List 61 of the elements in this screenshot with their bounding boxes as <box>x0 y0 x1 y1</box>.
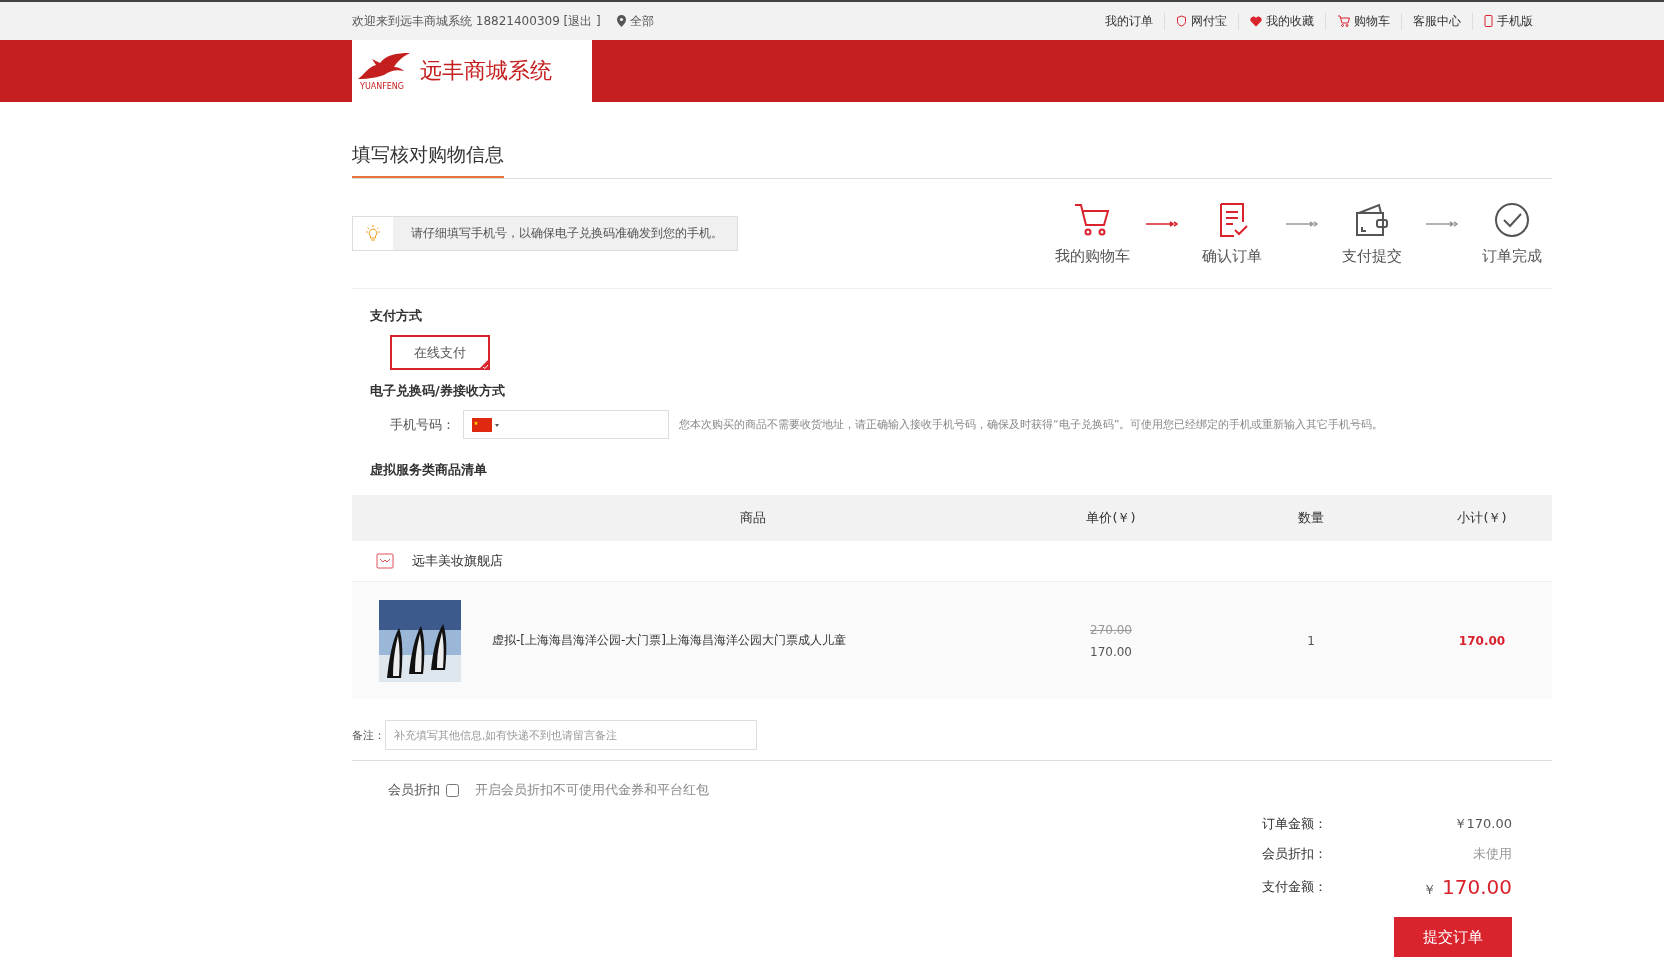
member-discount-value: 未使用 <box>1472 845 1512 863</box>
top-link[interactable]: 我的订单 <box>1094 12 1164 30</box>
welcome-text: 欢迎来到远丰商城系统 18821400309 [退出 ] <box>352 12 601 30</box>
phone-hint: 您本次购买的商品不需要收货地址，请正确输入接收手机号码，确保及时获得“电子兑换码”。可使用您已经绑定的手机或重新输入其它手机号码。 <box>679 417 1384 432</box>
pay-amount: 170.00 <box>1442 875 1512 899</box>
logo[interactable]: YUANFENG 远丰商城系统 <box>352 40 592 102</box>
pay-amount-label: 支付金额： <box>1262 878 1328 896</box>
quantity: 1 <box>1306 633 1316 648</box>
step-label: 确认订单 <box>1202 247 1262 266</box>
shield-icon <box>1176 15 1187 27</box>
notice-text: 请仔细填写手机号，以确保电子兑换码准确发到您的手机。 <box>410 225 723 242</box>
page-title: 填写核对购物信息 <box>352 142 504 178</box>
top-link[interactable]: 我的收藏 <box>1238 12 1325 30</box>
store-name[interactable]: 远丰美妆旗舰店 <box>412 552 503 570</box>
store-icon <box>376 553 394 569</box>
currency-sign: ￥ <box>1423 881 1436 899</box>
column-header: 商品 <box>739 509 767 527</box>
note-label: 备注： <box>352 727 385 743</box>
original-price: 270.00 <box>1090 622 1132 637</box>
member-discount-checkbox[interactable] <box>446 783 459 797</box>
section-title: 电子兑换码/券接收方式 <box>370 382 506 400</box>
section-title: 支付方式 <box>370 307 423 325</box>
top-link[interactable]: 网付宝 <box>1164 12 1238 30</box>
step-label: 订单完成 <box>1482 247 1542 266</box>
product-name[interactable]: 虚拟-[上海海昌海洋公园-大门票]上海海昌海洋公园大门票成人儿童 <box>492 632 1012 649</box>
member-discount-hint: 开启会员折扣不可使用代金券和平台红包 <box>475 781 709 799</box>
flag-dropdown-icon[interactable] <box>472 417 500 432</box>
subtotal: 170.00 <box>1457 633 1507 648</box>
light-bulb-icon <box>364 224 382 243</box>
check-corner-icon <box>478 358 490 370</box>
progress-arrow-icon <box>1146 221 1178 227</box>
unit-price: 170.00 <box>1090 644 1132 659</box>
note-field[interactable]: 补充填写其他信息,如有快递不到也请留言备注 <box>385 720 757 750</box>
top-link[interactable]: 购物车 <box>1325 12 1401 30</box>
submit-order-button[interactable]: 提交订单 <box>1394 917 1512 957</box>
order-amount: ￥170.00 <box>1452 815 1512 833</box>
top-link[interactable]: 客服中心 <box>1401 12 1472 30</box>
section-title: 虚拟服务类商品清单 <box>370 461 488 479</box>
member-discount-label: 会员折扣 <box>388 781 440 799</box>
cart-icon <box>1337 15 1350 27</box>
wallet-icon <box>1353 201 1391 239</box>
logo-subtext: YUANFENG <box>360 82 405 91</box>
order-amount-label: 订单金额： <box>1262 815 1328 833</box>
location-link[interactable]: 全部 <box>629 12 654 30</box>
logo-text: 远丰商城系统 <box>420 57 552 85</box>
step-label: 我的购物车 <box>1054 247 1130 266</box>
top-link[interactable]: 手机版 <box>1472 12 1544 30</box>
phone-field[interactable] <box>463 410 669 439</box>
progress-arrow-icon <box>1426 221 1458 227</box>
progress-arrow-icon <box>1286 221 1318 227</box>
payment-option[interactable]: 在线支付 <box>390 335 490 370</box>
check-circle-icon <box>1493 201 1531 239</box>
location-pin-icon <box>616 15 626 27</box>
heart-icon <box>1250 15 1262 27</box>
column-header: 小计(￥) <box>1456 509 1508 527</box>
step-label: 支付提交 <box>1342 247 1402 266</box>
column-header: 数量 <box>1297 509 1325 527</box>
column-header: 单价(￥) <box>1085 509 1137 527</box>
phone-icon <box>1484 15 1493 27</box>
phone-label: 手机号码： <box>390 415 455 434</box>
member-discount-label: 会员折扣： <box>1262 845 1328 863</box>
